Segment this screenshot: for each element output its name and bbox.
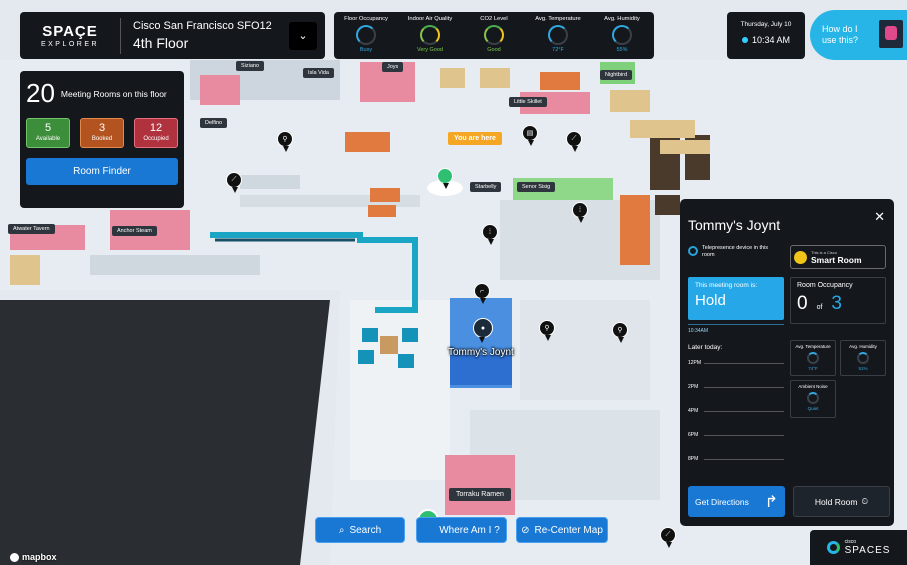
occupancy-gauge-icon <box>356 25 376 45</box>
recenter-map-button[interactable]: ⊘ Re-Center Map <box>516 517 608 543</box>
metric-avg-humidity[interactable]: Avg. Humidity 55% <box>590 12 654 59</box>
kitchen-pin-icon[interactable]: ⁞ <box>572 202 588 223</box>
schedule-slot: 4PM <box>688 399 784 423</box>
info-pin-icon[interactable]: ▤ <box>522 125 538 146</box>
tool-pin-icon[interactable]: ⟋ <box>660 527 676 548</box>
available-rooms-filter[interactable]: 5 Available <box>26 118 70 148</box>
status-timestamp: 10:34AM <box>688 324 784 334</box>
map-label-torraku-ramen[interactable]: Torraku Ramen <box>449 488 511 501</box>
hold-room-button[interactable]: Hold Room ⏲ <box>793 486 890 517</box>
room-finder-button[interactable]: Room Finder <box>26 158 178 185</box>
humidity-gauge-icon <box>612 25 632 45</box>
room-status: This meeting room is: Hold 10:34AM <box>688 277 784 334</box>
metric-co2-level[interactable]: CO2 Level Good <box>462 12 526 59</box>
tool-pin-icon[interactable]: ⟋ <box>226 172 242 193</box>
chevron-down-icon: ⌄ <box>298 30 308 42</box>
map-label-siziano[interactable]: Siziano <box>236 61 265 71</box>
map-label-anchor-steam[interactable]: Anchor Steam <box>112 226 157 236</box>
schedule-slot: 6PM <box>688 423 784 447</box>
map-label-little-skillet[interactable]: Little Skillet <box>509 97 547 107</box>
map-label-nightbird[interactable]: Nightbird <box>600 70 633 80</box>
help-illustration-icon <box>879 20 903 48</box>
building-info: Cisco San Francisco SFO12 4th Floor <box>133 20 289 51</box>
you-are-here-tag: You are here <box>448 132 502 145</box>
mapbox-logo-icon <box>10 552 19 562</box>
metric-air-quality[interactable]: Indoor Air Quality Very Good <box>398 12 462 59</box>
space-explorer-logo: SPAÇE EXPLORER <box>40 23 100 48</box>
environment-metrics-bar: Floor Occupancy Busy Indoor Air Quality … <box>334 12 654 59</box>
air-quality-gauge-icon <box>420 25 440 45</box>
selected-room-map-label[interactable]: Tommy's Joynt <box>448 347 514 358</box>
restroom-pin-icon[interactable]: ⚲ <box>277 131 293 152</box>
help-label: How do I use this? <box>822 24 859 45</box>
time-text: 10:34 AM <box>751 35 791 45</box>
timer-icon: ⏲ <box>861 496 869 506</box>
live-dot-icon <box>741 37 748 43</box>
metric-avg-temperature[interactable]: Avg. Temperature 72°F <box>526 12 590 59</box>
room-count: 20 <box>26 78 55 108</box>
brand-bar: SPAÇE EXPLORER Cisco San Francisco SFO12… <box>20 12 325 59</box>
telepresence-icon <box>688 246 698 256</box>
date-text: Thursday, July 10 <box>740 21 792 28</box>
stairs-pin-icon[interactable]: ⌐ <box>474 283 490 304</box>
you-are-here-marker <box>437 168 453 189</box>
meeting-rooms-summary: 20 Meeting Rooms on this floor 5 Availab… <box>20 71 184 208</box>
metric-floor-occupancy[interactable]: Floor Occupancy Busy <box>334 12 398 59</box>
floor-dropdown-button[interactable]: ⌄ <box>289 21 317 50</box>
map-label-isla-vida[interactable]: Isla Vida <box>303 68 334 78</box>
room-occupancy: Room Occupancy 0 of 3 <box>790 277 886 324</box>
divider <box>120 17 121 54</box>
occupancy-current: 0 <box>797 293 808 314</box>
selected-room-pin-icon[interactable]: ● <box>473 318 493 343</box>
map-label-joys[interactable]: Joys <box>382 62 404 72</box>
temperature-gauge-icon <box>807 352 819 364</box>
compass-icon: ⊘ <box>521 524 530 536</box>
schedule-timeline[interactable]: Later today: 12PM 2PM 4PM 6PM 8PM <box>688 340 784 471</box>
floor-name: 4th Floor <box>133 35 189 51</box>
map-label-senor-sisig[interactable]: Senor Sisig <box>517 182 556 192</box>
search-icon: ⌕ <box>338 524 345 536</box>
booked-rooms-filter[interactable]: 3 Booked <box>80 118 124 148</box>
building-name: Cisco San Francisco SFO12 <box>133 20 272 32</box>
map-label-atwater-tavern[interactable]: Atwater Tavern <box>8 224 55 234</box>
room-humidity: Avg. Humidity 51% <box>840 340 886 376</box>
temperature-gauge-icon <box>548 25 568 45</box>
schedule-slot: 2PM <box>688 375 784 399</box>
turn-right-arrow-icon: ↱ <box>764 493 778 511</box>
humidity-gauge-icon <box>857 352 869 364</box>
where-am-i-button[interactable]: Where Am I ? <box>416 517 507 543</box>
smart-room-icon <box>794 250 807 264</box>
close-icon[interactable]: ✕ <box>874 209 885 225</box>
tool-pin-icon[interactable]: ⟋ <box>566 131 582 152</box>
room-count-label: Meeting Rooms on this floor <box>60 88 167 99</box>
restroom-pin-icon[interactable]: ⚲ <box>612 322 628 343</box>
cisco-spaces-logo: cisco SPACES <box>810 530 907 565</box>
smart-room-badge: This is a Cisco Smart Room <box>790 245 886 269</box>
restroom-pin-icon[interactable]: ⚲ <box>539 320 555 341</box>
room-title: Tommy's Joynt <box>688 217 781 233</box>
schedule-slot: 8PM <box>688 447 784 471</box>
map-label-delfino[interactable]: Delfino <box>200 118 228 128</box>
room-detail-panel: Tommy's Joynt ✕ Telepresence device in t… <box>680 199 894 526</box>
help-button[interactable]: How do I use this? <box>810 10 907 60</box>
co2-gauge-icon <box>484 25 504 45</box>
schedule-slot: 12PM <box>688 351 784 375</box>
map-label-starbelly[interactable]: Starbelly <box>470 182 502 192</box>
mapbox-attribution[interactable]: mapbox <box>10 552 57 562</box>
status-value: Hold <box>695 292 726 309</box>
occupied-rooms-filter[interactable]: 12 Occupied <box>134 118 178 148</box>
get-directions-button[interactable]: Get Directions ↱ <box>688 486 785 517</box>
room-ambient-noise: Ambient Noise Quiet <box>790 380 836 418</box>
occupancy-capacity: 3 <box>831 293 842 314</box>
date-time-display: Thursday, July 10 10:34 AM <box>727 12 805 59</box>
cisco-spaces-icon <box>826 541 840 554</box>
noise-gauge-icon <box>807 392 819 404</box>
room-temperature: Avg. Temperature 74°F <box>790 340 836 376</box>
search-button[interactable]: ⌕ Search <box>315 517 405 543</box>
telepresence-info: Telepresence device in this room <box>688 245 782 269</box>
kitchen-pin-icon[interactable]: ⁞ <box>482 224 498 245</box>
